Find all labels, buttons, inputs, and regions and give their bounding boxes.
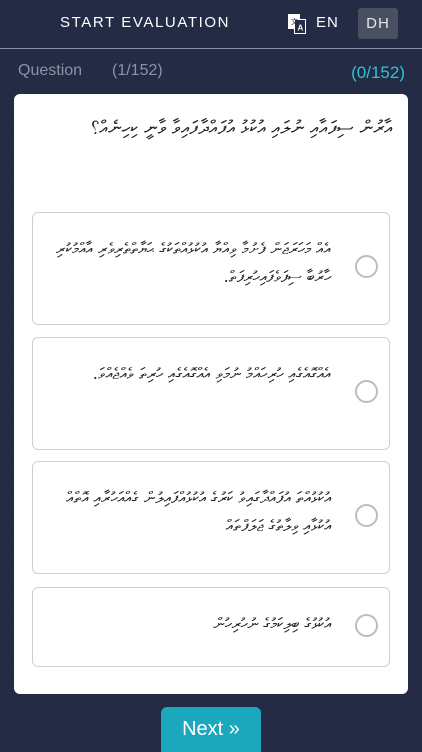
question-label: Question	[18, 62, 83, 79]
answer-option-text: އެއް މަހަރަޖަން ފެށުމާ ވިއްޔާ އުކުޅުއްތަ…	[55, 239, 331, 286]
radio-unchecked-icon[interactable]	[355, 255, 378, 278]
score-counter: (0/152)	[351, 63, 405, 82]
translate-icon[interactable]: 文 A	[288, 14, 306, 34]
radio-unchecked-icon[interactable]	[355, 380, 378, 403]
answer-option-text: އުކުޅުގެ ބިލިކަމުގެ ނުހުރިހުން	[213, 614, 331, 633]
answer-option-4[interactable]: އުކުޅުގެ ބިލިކަމުގެ ނުހުރިހުން	[32, 587, 390, 667]
answer-option-text: އެއްގޮއެގެއި ހުރިހައްމު ނުމަވި އެއްގޮއެގ…	[92, 364, 331, 383]
answer-option-2[interactable]: އެއްގޮއެގެއި ހުރިހައްމު ނުމަވި އެއްގޮއެގ…	[32, 337, 390, 450]
answer-option-text: އުކުޅުއްތަ އުފައްދާގައިވު ކަރުގެ އުކުޅުއ…	[66, 488, 331, 535]
question-text: އާރުން ސިފައާއި ނުލައި އުކުޅު އުފައްދާފަ…	[90, 117, 392, 139]
page-title: START EVALUATION	[60, 14, 231, 31]
answer-option-1[interactable]: އެއް މަހަރަޖަން ފެށުމާ ވިއްޔާ އުކުޅުއްތަ…	[32, 212, 390, 325]
top-bar: START EVALUATION 文 A EN DH	[0, 0, 422, 48]
language-dh-button[interactable]: DH	[358, 8, 398, 39]
next-button[interactable]: Next »	[161, 707, 261, 752]
header-divider	[0, 48, 422, 49]
answer-option-3[interactable]: އުކުޅުއްތަ އުފައްދާގައިވު ކަރުގެ އުކުޅުއ…	[32, 461, 390, 574]
radio-unchecked-icon[interactable]	[355, 614, 378, 637]
svg-text:A: A	[298, 24, 304, 33]
language-en-button[interactable]: EN	[316, 14, 339, 31]
radio-unchecked-icon[interactable]	[355, 504, 378, 527]
question-card: އާރުން ސިފައާއި ނުލައި އުކުޅު އުފައްދާފަ…	[14, 94, 408, 694]
question-index: (1/152)	[112, 62, 163, 79]
